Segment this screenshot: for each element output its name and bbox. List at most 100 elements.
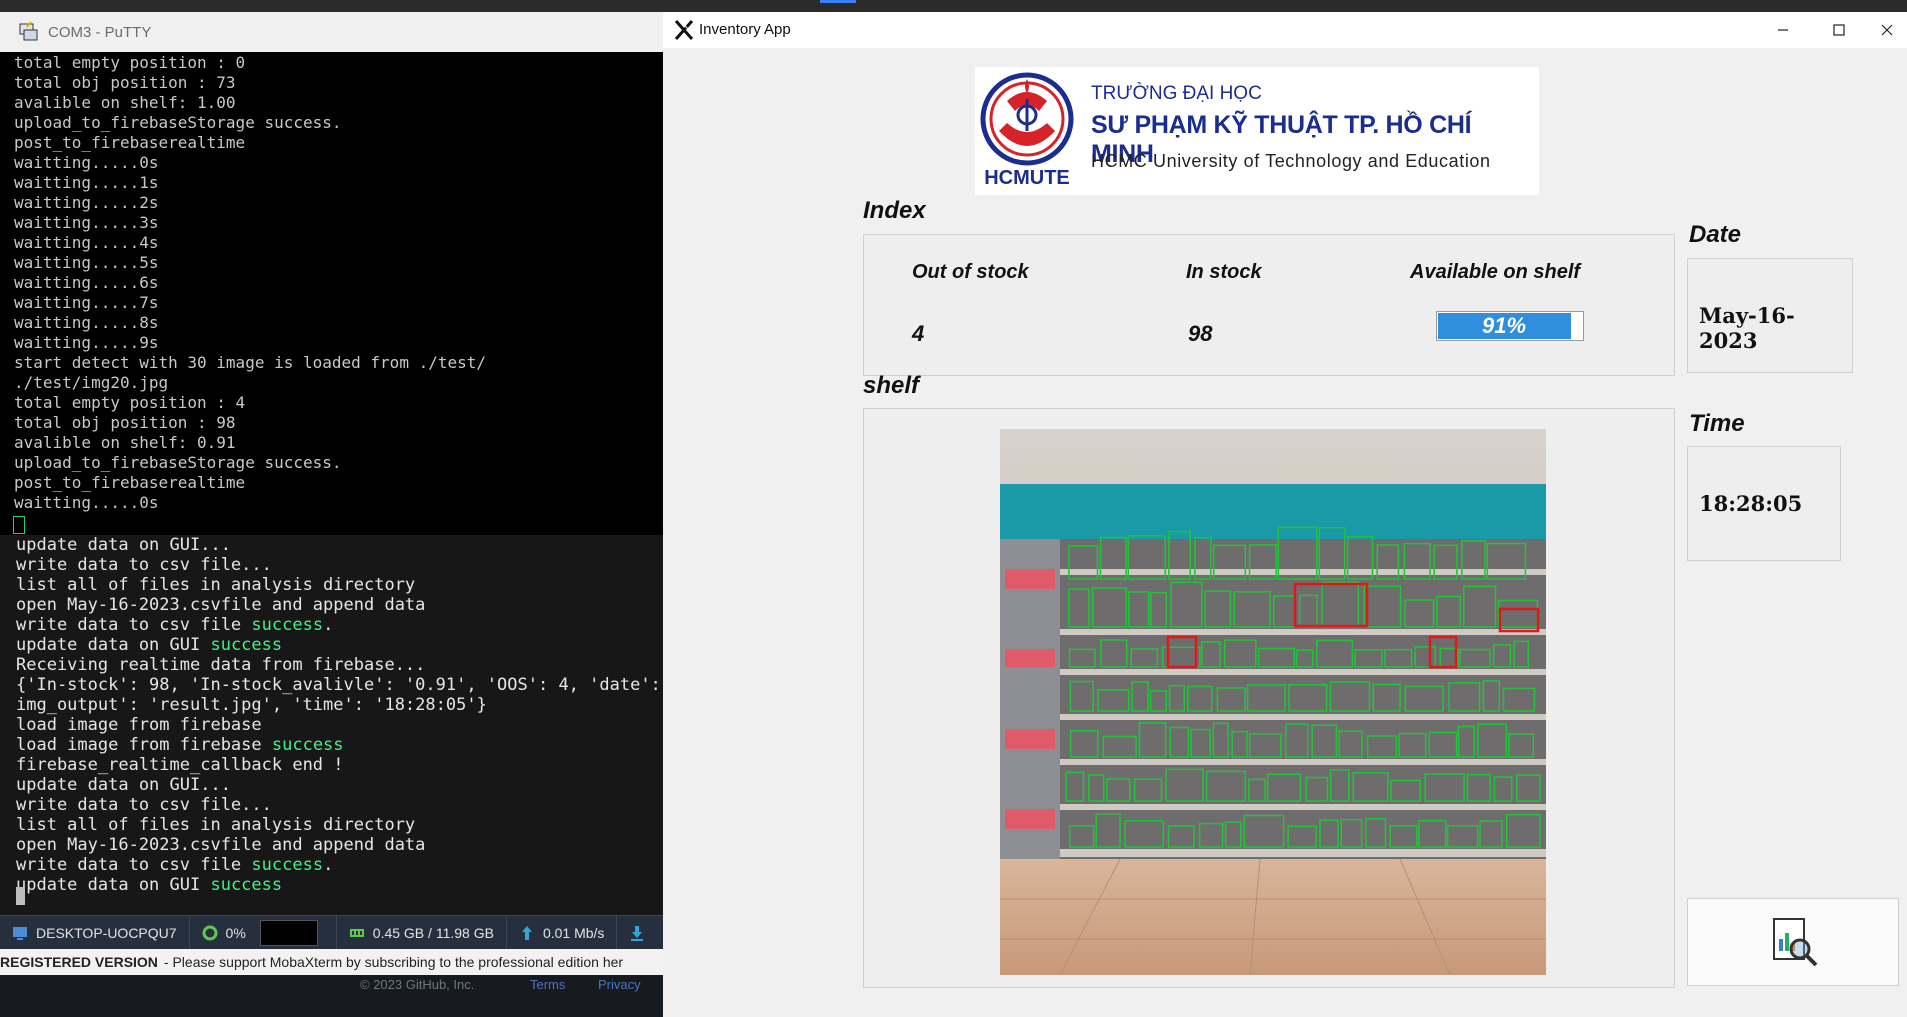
- moba-line-text: list all of files in analysis directory: [16, 575, 416, 595]
- in-stock-header: In stock: [1186, 261, 1262, 283]
- cpu-icon: [202, 925, 218, 941]
- moba-line-text: load image from firebase: [16, 735, 272, 755]
- putty-line: upload_to_firebaseStorage success.: [14, 453, 342, 472]
- moba-line-text: update data on GUI...: [16, 775, 231, 795]
- minimize-button[interactable]: [1755, 12, 1811, 48]
- moba-line-text: firebase_realtime_callback end !: [16, 755, 344, 775]
- moba-line-tail: .: [323, 615, 334, 635]
- in-stock-value: 98: [1188, 321, 1213, 346]
- mobaxterm-terminal[interactable]: update data on GUI... write data to csv f…: [0, 535, 663, 915]
- inventory-app-title: Inventory App: [699, 21, 791, 38]
- putty-line: avalible on shelf: 1.00: [14, 93, 236, 112]
- moba-line: open May-16-2023.csvfile and append data: [16, 595, 663, 615]
- putty-line: start detect with 30 image is loaded fro…: [14, 353, 487, 372]
- download-arrow-icon: [631, 926, 644, 941]
- university-emblem-icon: [980, 72, 1074, 166]
- university-banner: HCMUTE TRƯỜNG ĐẠI HỌC SƯ PHẠM KỸ THUẬT T…: [975, 67, 1539, 195]
- active-tab-accent: [820, 0, 856, 3]
- moba-line: write data to csv file...: [16, 795, 663, 815]
- maximize-button[interactable]: [1811, 12, 1867, 48]
- report-analysis-button[interactable]: [1687, 898, 1899, 986]
- moba-line-text: open May-16-2023.csvfile and append data: [16, 595, 426, 615]
- footer-privacy-link[interactable]: Privacy: [598, 977, 641, 992]
- available-header: Available on shelf: [1410, 261, 1581, 283]
- putty-line: total empty position : 0: [14, 53, 246, 72]
- cpu-graph: [259, 920, 318, 946]
- putty-line: waitting.....0s: [14, 493, 159, 512]
- background-page-footer: © 2023 GitHub, Inc. Terms Privacy: [0, 975, 663, 1017]
- registered-version-label: REGISTERED VERSION: [0, 954, 158, 970]
- moba-line: {'In-stock': 98, 'In-stock_avalivle': '0…: [16, 675, 663, 695]
- shelf-label: shelf: [863, 372, 920, 399]
- registered-version-message: - Please support MobaXterm by subscribin…: [163, 954, 624, 970]
- status-memory[interactable]: 0.45 GB / 11.98 GB: [337, 916, 507, 950]
- time-value: 18:28:05: [1699, 491, 1803, 516]
- close-button[interactable]: [1867, 12, 1907, 48]
- inventory-app-titlebar[interactable]: Inventory App: [663, 12, 1907, 48]
- success-text: success: [251, 855, 324, 875]
- moba-line: update data on GUI success: [16, 635, 663, 655]
- putty-line: waitting.....7s: [14, 293, 159, 312]
- moba-line: firebase_realtime_callback end !: [16, 755, 663, 775]
- putty-line: waitting.....2s: [14, 193, 159, 212]
- close-icon: [1881, 24, 1893, 36]
- moba-line: update data on GUI success: [16, 875, 663, 895]
- status-memory-label: 0.45 GB / 11.98 GB: [372, 925, 494, 941]
- moba-line: load image from firebase: [16, 715, 663, 735]
- inventory-app-window[interactable]: Inventory App HCMUTE TRƯỜNG ĐẠI HỌC SƯ P…: [663, 12, 1907, 1017]
- putty-line: waitting.....1s: [14, 173, 159, 192]
- putty-line: total empty position : 4: [14, 393, 246, 412]
- moba-line: load image from firebase success: [16, 735, 663, 755]
- moba-line: write data to csv file success.: [16, 855, 663, 875]
- date-value: May-16-2023: [1699, 303, 1795, 353]
- time-panel: 18:28:05: [1687, 446, 1841, 561]
- success-text: success: [251, 615, 324, 635]
- mobaxterm-statusbar: DESKTOP-UOCPQU7 0% 0.45 GB / 11.98 GB 0.…: [0, 915, 663, 950]
- moba-line-text: update data on GUI: [16, 635, 211, 655]
- putty-terminal-output[interactable]: total empty position : 0 total obj positi…: [14, 53, 663, 535]
- moba-line: open May-16-2023.csvfile and append data: [16, 835, 663, 855]
- success-text: success: [210, 875, 283, 895]
- moba-line: update data on GUI...: [16, 775, 663, 795]
- putty-window[interactable]: COM3 - PuTTY total empty position : 0 tot…: [0, 12, 663, 535]
- moba-line-text: open May-16-2023.csvfile and append data: [16, 835, 426, 855]
- available-progress-text: 91%: [1481, 313, 1527, 338]
- available-progress-bar: 91%: [1436, 311, 1584, 341]
- moba-line-text: update data on GUI...: [16, 535, 231, 555]
- moba-line: list all of files in analysis directory: [16, 815, 663, 835]
- putty-titlebar[interactable]: COM3 - PuTTY: [0, 12, 663, 52]
- status-host-label: DESKTOP-UOCPQU7: [36, 925, 177, 941]
- date-panel: May-16-2023: [1687, 258, 1853, 373]
- moba-line: write data to csv file success.: [16, 615, 663, 635]
- x-app-icon: [674, 20, 694, 40]
- moba-line-text: list all of files in analysis directory: [16, 815, 416, 835]
- moba-line-text: {'In-stock': 98, 'In-stock_avalivle': '0…: [16, 675, 663, 695]
- footer-copyright: © 2023 GitHub, Inc.: [360, 977, 475, 992]
- status-network[interactable]: 0.01 Mb/s: [507, 916, 618, 950]
- putty-line: post_to_firebaserealtime: [14, 133, 246, 152]
- footer-terms-link[interactable]: Terms: [530, 977, 565, 992]
- moba-line-text: write data to csv file: [16, 855, 252, 875]
- putty-line: total obj position : 73: [14, 73, 236, 92]
- maximize-icon: [1833, 24, 1845, 36]
- moba-line: list all of files in analysis directory: [16, 575, 663, 595]
- out-of-stock-value: 4: [912, 321, 925, 346]
- status-cpu[interactable]: 0%: [190, 916, 337, 950]
- memory-icon: [349, 929, 364, 937]
- time-label: Time: [1689, 410, 1745, 437]
- putty-line: waitting.....9s: [14, 333, 159, 352]
- putty-line: ./test/img20.jpg: [14, 373, 169, 392]
- status-download[interactable]: [617, 916, 657, 950]
- moba-line-text: update data on GUI: [16, 875, 211, 895]
- out-of-stock-header: Out of stock: [912, 261, 1029, 283]
- moba-line-text: load image from firebase: [16, 715, 262, 735]
- status-host[interactable]: DESKTOP-UOCPQU7: [0, 916, 190, 950]
- upload-arrow-icon: [521, 926, 532, 940]
- status-cpu-label: 0%: [225, 925, 246, 941]
- putty-title: COM3 - PuTTY: [48, 23, 152, 41]
- report-analysis-icon: [1773, 918, 1818, 967]
- registered-version-bar[interactable]: REGISTERED VERSION - Please support Moba…: [0, 949, 663, 975]
- moba-line-text: write data to csv file...: [16, 555, 272, 575]
- index-label: Index: [863, 197, 926, 224]
- mobaxterm-terminal-output[interactable]: update data on GUI... write data to csv f…: [16, 535, 663, 910]
